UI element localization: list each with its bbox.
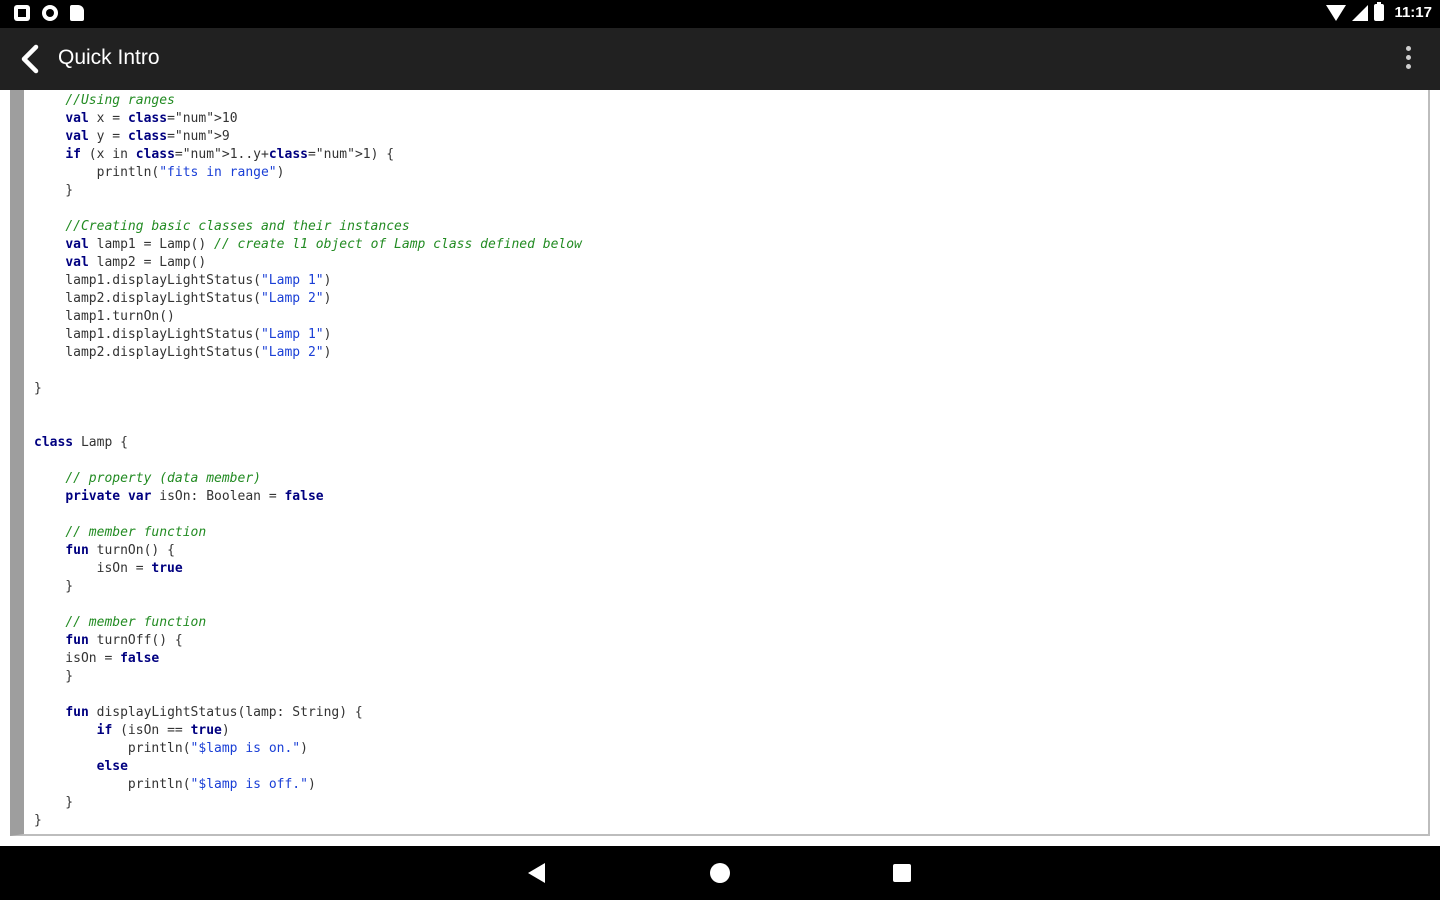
code-line: // member function (65, 615, 207, 630)
code-line: lamp1.displayLightStatus("Lamp 1") (34, 327, 332, 342)
code-line: else (96, 759, 128, 774)
cellular-signal-icon (1352, 4, 1369, 21)
code-line: if (x in class="num">1 (65, 147, 238, 162)
code-line: } (34, 579, 74, 594)
code-line: fun displayLightStatus(lamp: String) { (65, 705, 363, 720)
app-bar: Quick Intro (0, 28, 1440, 90)
code-line: //Creating basic classes and their insta… (65, 219, 410, 234)
code-block: //Using ranges val x = class="num">10 va… (34, 93, 582, 828)
code-line: } (34, 813, 42, 828)
code-line: val x = class="num">10 (65, 111, 238, 126)
code-line: lamp1.displayLightStatus("Lamp 1") (34, 273, 332, 288)
nav-back-icon[interactable] (528, 863, 545, 883)
code-line: // member function (65, 525, 207, 540)
nav-home-icon[interactable] (710, 863, 730, 883)
page-title: Quick Intro (58, 46, 160, 69)
sd-card-icon (70, 5, 84, 21)
code-line: lamp2.displayLightStatus("Lamp 2") (34, 345, 332, 360)
code-line: isOn = true (34, 561, 183, 576)
overflow-menu-icon (1405, 46, 1411, 51)
status-bar-notifications (14, 5, 84, 21)
code-line: if (isOn == true) (96, 723, 230, 738)
code-line: val lamp1 = Lamp() // create l1 object o… (65, 237, 582, 252)
code-line: //Using ranges (65, 93, 175, 108)
code-line: // property (data member) (65, 471, 261, 486)
code-line: } (34, 381, 42, 396)
overflow-menu-button[interactable] (1402, 46, 1414, 74)
code-line: lamp2.displayLightStatus("Lamp 2") (34, 291, 332, 306)
navigation-bar (0, 846, 1440, 900)
back-arrow-icon (21, 44, 39, 74)
code-line: println("$lamp is on.") (34, 741, 308, 756)
code-line: } (34, 795, 74, 810)
code-line: lamp1.turnOn() (34, 309, 175, 324)
status-bar: 11:17 (0, 0, 1440, 28)
code-line: println("fits in range") (34, 165, 285, 180)
battery-icon (1374, 2, 1385, 21)
code-line: fun turnOff() { (65, 633, 183, 648)
nav-recents-icon[interactable] (893, 864, 911, 882)
code-line: val y = class="num">9 (65, 129, 230, 144)
code-line: } (34, 669, 74, 684)
code-line: val lamp2 = Lamp() (65, 255, 207, 270)
code-line: println("$lamp is off.") (34, 777, 316, 792)
code-line: } (34, 183, 74, 198)
back-button[interactable] (14, 42, 48, 76)
notification-circle-icon (42, 5, 58, 21)
code-line: isOn = false (34, 651, 160, 666)
code-viewer[interactable]: //Using ranges val x = class="num">10 va… (10, 90, 1430, 836)
code-line: private var isOn: Boolean = false (65, 489, 324, 504)
notification-app-icon (14, 5, 30, 21)
code-line: class Lamp { (34, 435, 128, 450)
code-line: fun turnOn() { (65, 543, 175, 558)
status-bar-system: 11:17 (1326, 2, 1432, 21)
status-clock: 11:17 (1394, 4, 1432, 21)
wifi-icon (1326, 4, 1347, 21)
